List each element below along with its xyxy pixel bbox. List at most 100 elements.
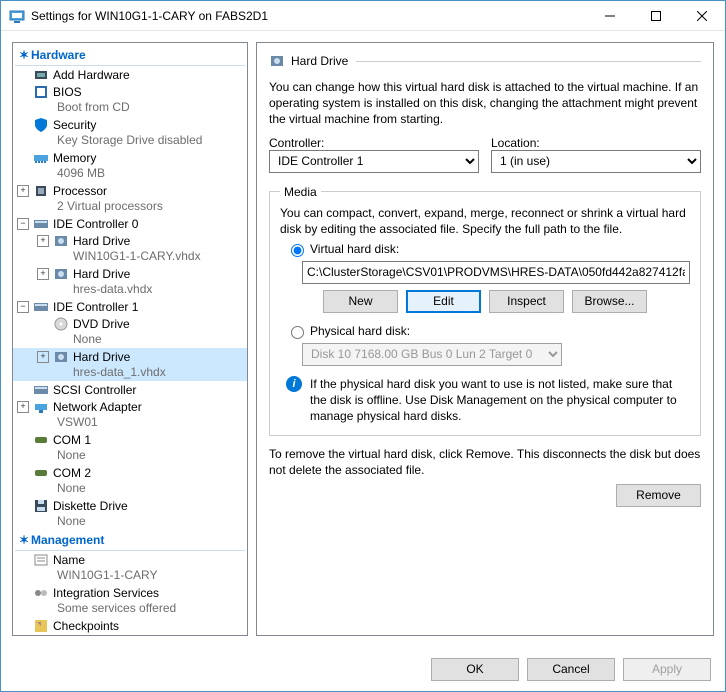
tree-label: BIOS bbox=[53, 85, 82, 99]
tree-name[interactable]: Name bbox=[13, 551, 247, 568]
tree-ide1-harddrive[interactable]: + Hard Drive bbox=[13, 348, 247, 365]
window-controls bbox=[587, 1, 725, 30]
apply-button[interactable]: Apply bbox=[623, 658, 711, 681]
titlebar: Settings for WIN10G1-1-CARY on FABS2D1 bbox=[1, 1, 725, 31]
tree-label: SCSI Controller bbox=[53, 383, 136, 397]
tree-label: Add Hardware bbox=[53, 68, 130, 82]
tree-ide1-dvd-sub: None bbox=[13, 332, 247, 348]
tree-security[interactable]: Security bbox=[13, 116, 247, 133]
tree-ide0-harddrive2[interactable]: + Hard Drive bbox=[13, 265, 247, 282]
tree-label: COM 1 bbox=[53, 433, 91, 447]
new-button[interactable]: New bbox=[323, 290, 398, 313]
tree-label: IDE Controller 1 bbox=[53, 300, 138, 314]
integration-icon bbox=[33, 585, 49, 601]
location-label: Location: bbox=[491, 136, 701, 150]
tree-com2[interactable]: COM 2 bbox=[13, 464, 247, 481]
vhd-label: Virtual hard disk: bbox=[310, 242, 399, 256]
detail-description: You can change how this virtual hard dis… bbox=[269, 79, 701, 128]
name-icon bbox=[33, 552, 49, 568]
harddrive-icon bbox=[53, 349, 69, 365]
info-icon: i bbox=[286, 376, 302, 392]
media-legend: Media bbox=[280, 185, 321, 199]
harddrive-icon bbox=[53, 266, 69, 282]
tree-label: DVD Drive bbox=[73, 317, 130, 331]
tree-label: IDE Controller 0 bbox=[53, 217, 138, 231]
maximize-button[interactable] bbox=[633, 1, 679, 30]
location-select[interactable]: 1 (in use) bbox=[491, 150, 701, 173]
info-text: If the physical hard disk you want to us… bbox=[310, 376, 690, 425]
tree-scsi[interactable]: SCSI Controller bbox=[13, 381, 247, 398]
tree-label: Name bbox=[53, 553, 85, 567]
shield-icon bbox=[33, 117, 49, 133]
tree-ide0-hd-sub: WIN10G1-1-CARY.vhdx bbox=[13, 249, 247, 265]
media-description: You can compact, convert, expand, merge,… bbox=[280, 205, 690, 237]
tree-memory[interactable]: Memory bbox=[13, 149, 247, 166]
controller-select[interactable]: IDE Controller 1 bbox=[269, 150, 479, 173]
tree-security-sub: Key Storage Drive disabled bbox=[13, 133, 247, 149]
tree-diskette-sub: None bbox=[13, 514, 247, 530]
network-icon bbox=[33, 399, 49, 415]
tree-label: Hard Drive bbox=[73, 234, 130, 248]
cancel-button[interactable]: Cancel bbox=[527, 658, 615, 681]
close-button[interactable] bbox=[679, 1, 725, 30]
physical-disk-select: Disk 10 7168.00 GB Bus 0 Lun 2 Target 0 bbox=[302, 343, 562, 366]
inspect-button[interactable]: Inspect bbox=[489, 290, 564, 313]
com-port-icon bbox=[33, 465, 49, 481]
tree-processor-sub: 2 Virtual processors bbox=[13, 199, 247, 215]
phd-label: Physical hard disk: bbox=[310, 324, 410, 338]
tree-name-sub: WIN10G1-1-CARY bbox=[13, 568, 247, 584]
vhd-path-input[interactable] bbox=[302, 261, 690, 284]
tree-label: Hard Drive bbox=[73, 267, 130, 281]
tree-ide0[interactable]: − IDE Controller 0 bbox=[13, 215, 247, 232]
tree-com1-sub: None bbox=[13, 448, 247, 464]
add-hardware-icon bbox=[33, 67, 49, 83]
tree-integration[interactable]: Integration Services bbox=[13, 584, 247, 601]
tree-checkpoints[interactable]: Checkpoints bbox=[13, 617, 247, 634]
ok-button[interactable]: OK bbox=[431, 658, 519, 681]
tree-processor[interactable]: + Processor bbox=[13, 182, 247, 199]
section-management[interactable]: ✶ Management bbox=[15, 530, 245, 551]
tree-integration-sub: Some services offered bbox=[13, 601, 247, 617]
tree-memory-sub: 4096 MB bbox=[13, 166, 247, 182]
content-area: ✶ Hardware Add Hardware BIOS Boot from C… bbox=[1, 31, 725, 647]
tree-label: Network Adapter bbox=[53, 400, 142, 414]
checkpoints-icon bbox=[33, 618, 49, 634]
memory-icon bbox=[33, 150, 49, 166]
tree-network-sub: VSW01 bbox=[13, 415, 247, 431]
physical-hard-disk-radio[interactable] bbox=[291, 326, 304, 339]
tree-add-hardware[interactable]: Add Hardware bbox=[13, 66, 247, 83]
tree-bios-sub: Boot from CD bbox=[13, 100, 247, 116]
tree-label: Processor bbox=[53, 184, 107, 198]
controller-icon bbox=[33, 216, 49, 232]
detail-header: Hard Drive bbox=[269, 53, 701, 69]
section-hardware[interactable]: ✶ Hardware bbox=[15, 45, 245, 66]
tree-diskette[interactable]: Diskette Drive bbox=[13, 497, 247, 514]
tree-label: Security bbox=[53, 118, 96, 132]
tree-ide1[interactable]: − IDE Controller 1 bbox=[13, 298, 247, 315]
tree-ide0-hd2-sub: hres-data.vhdx bbox=[13, 282, 247, 298]
browse-button[interactable]: Browse... bbox=[572, 290, 647, 313]
hardware-tree[interactable]: ✶ Hardware Add Hardware BIOS Boot from C… bbox=[12, 42, 248, 636]
window-title: Settings for WIN10G1-1-CARY on FABS2D1 bbox=[31, 9, 587, 23]
tree-label: Diskette Drive bbox=[53, 499, 128, 513]
virtual-hard-disk-radio[interactable] bbox=[291, 244, 304, 257]
tree-ide0-harddrive[interactable]: + Hard Drive bbox=[13, 232, 247, 249]
minimize-button[interactable] bbox=[587, 1, 633, 30]
controller-label: Controller: bbox=[269, 136, 479, 150]
divider bbox=[356, 61, 701, 62]
remove-button[interactable]: Remove bbox=[616, 484, 701, 507]
tree-ide1-dvd[interactable]: DVD Drive bbox=[13, 315, 247, 332]
tree-label: Checkpoints bbox=[53, 619, 119, 633]
tree-network[interactable]: + Network Adapter bbox=[13, 398, 247, 415]
edit-button[interactable]: Edit bbox=[406, 290, 481, 313]
settings-window: Settings for WIN10G1-1-CARY on FABS2D1 ✶… bbox=[0, 0, 726, 692]
bios-icon bbox=[33, 84, 49, 100]
tree-bios[interactable]: BIOS bbox=[13, 83, 247, 100]
controller-icon bbox=[33, 299, 49, 315]
tree-label: Memory bbox=[53, 151, 96, 165]
com-port-icon bbox=[33, 432, 49, 448]
chevron-down-icon: ✶ bbox=[17, 533, 31, 547]
tree-com1[interactable]: COM 1 bbox=[13, 431, 247, 448]
tree-label: Integration Services bbox=[53, 586, 159, 600]
tree-label: Hard Drive bbox=[73, 350, 130, 364]
